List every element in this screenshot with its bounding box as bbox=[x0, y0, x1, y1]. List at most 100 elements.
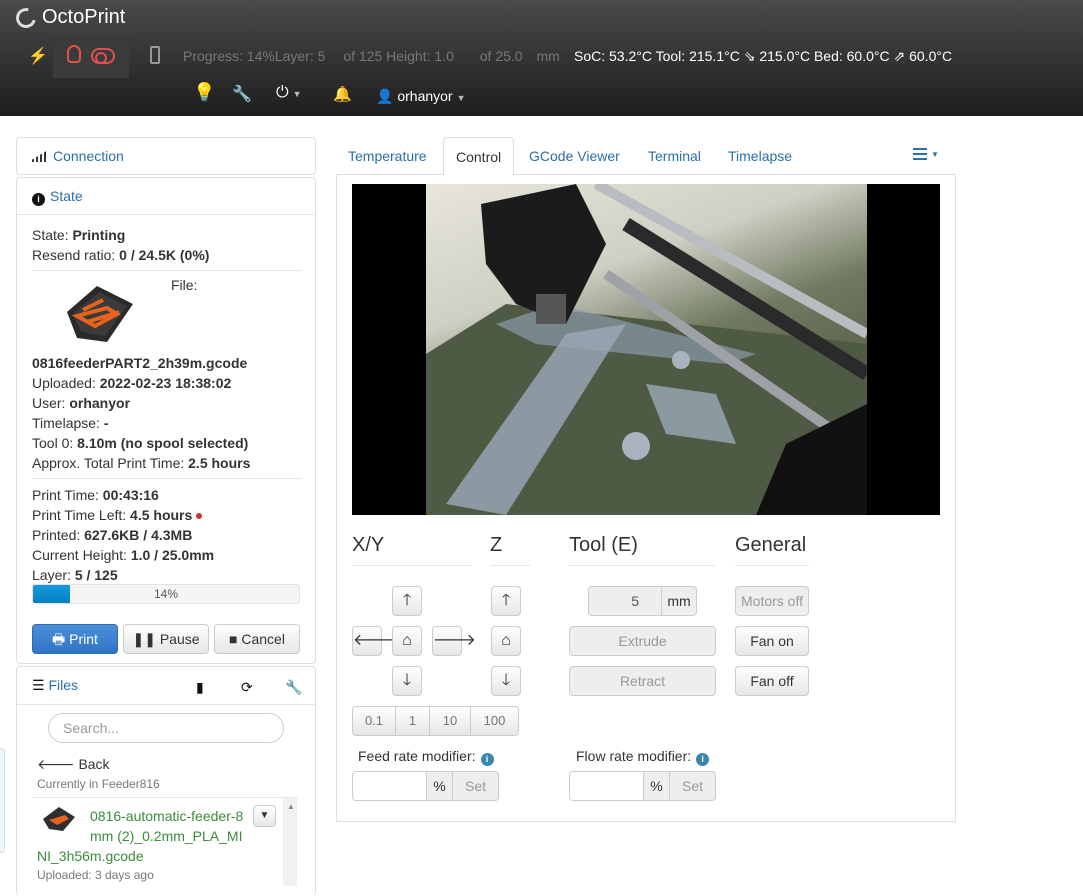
timeleft-value: 4.5 hours bbox=[130, 507, 193, 523]
temperature-readout: SoC: 53.2°C Tool: 215.1°C ⇘ 215.0°C Bed:… bbox=[574, 48, 953, 64]
user-icon: 👤 bbox=[376, 88, 394, 104]
file-item-thumbnail bbox=[43, 807, 75, 831]
arrow-up-icon: 🡑 bbox=[501, 592, 511, 609]
feed-rate-text: Feed rate modifier: bbox=[358, 748, 476, 764]
tab-temperature[interactable]: Temperature bbox=[336, 137, 439, 175]
layer-label: Layer: bbox=[32, 567, 75, 583]
bell-icon[interactable]: 🔔 bbox=[333, 85, 352, 103]
height-label: Current Height: bbox=[32, 547, 131, 563]
tool-line: Tool 0: 8.10m (no spool selected) bbox=[32, 435, 248, 451]
layer-value: 5 / 125 bbox=[74, 567, 118, 583]
sd-card-icon[interactable]: ▮ bbox=[196, 679, 204, 696]
lamp-icon[interactable] bbox=[150, 46, 160, 64]
files-title: Files bbox=[48, 677, 79, 693]
user-menu[interactable]: 👤 orhanyor ▼ bbox=[376, 88, 466, 105]
approx-line: Approx. Total Print Time: 2.5 hours bbox=[32, 455, 250, 471]
tool-section-title: Tool (E) bbox=[569, 534, 715, 566]
unit-text: mm bbox=[536, 48, 560, 64]
info-icon[interactable]: i bbox=[480, 753, 494, 766]
arrow-down-icon: 🡓 bbox=[501, 672, 511, 689]
cancel-button[interactable]: ■ Cancel bbox=[214, 624, 300, 654]
file-item-name-3[interactable]: NI_3h56m.gcode bbox=[37, 848, 144, 864]
files-scrollbar[interactable] bbox=[283, 798, 297, 886]
jog-z-plus-button[interactable]: 🡑 bbox=[491, 586, 521, 616]
extrude-amount-input[interactable]: 5 bbox=[588, 586, 662, 616]
info-icon: i bbox=[32, 193, 45, 206]
power-icon[interactable]: ⏻ ▼ bbox=[276, 84, 302, 102]
tab-control[interactable]: Control bbox=[443, 137, 515, 176]
file-search-input[interactable]: Search... bbox=[48, 713, 284, 743]
flow-rate-set-button[interactable]: Set bbox=[669, 771, 716, 801]
refresh-icon[interactable]: ⟳ bbox=[241, 679, 253, 696]
feed-rate-set-button[interactable]: Set bbox=[452, 771, 499, 801]
height-value: 1.0 / 25.0mm bbox=[130, 547, 215, 563]
info-icon[interactable]: i bbox=[696, 753, 710, 766]
jog-x-plus-button[interactable]: 🡒 bbox=[432, 626, 476, 656]
fan-on-button[interactable]: Fan on bbox=[735, 626, 809, 656]
light-icon[interactable]: 💡 bbox=[193, 82, 215, 103]
chevron-down-icon: ▼ bbox=[456, 93, 466, 103]
side-drawer-tab[interactable] bbox=[0, 748, 5, 853]
tab-menu-icon[interactable] bbox=[913, 148, 927, 160]
feed-rate-label: Feed rate modifier: i bbox=[358, 748, 494, 766]
power-bolt-icon[interactable]: ⚡ bbox=[28, 46, 48, 66]
motors-off-button[interactable]: Motors off bbox=[735, 586, 809, 616]
step-0-1-button[interactable]: 0.1 bbox=[352, 706, 396, 736]
step-100-button[interactable]: 100 bbox=[470, 706, 519, 736]
home-z-button[interactable]: ⌂ bbox=[491, 626, 521, 656]
divider bbox=[32, 797, 297, 798]
tab-terminal[interactable]: Terminal bbox=[636, 137, 713, 175]
jog-y-plus-button[interactable]: 🡑 bbox=[392, 586, 422, 616]
user-label: User: bbox=[32, 395, 70, 411]
jog-z-minus-button[interactable]: 🡓 bbox=[491, 666, 521, 696]
brand[interactable]: OctoPrint bbox=[12, 3, 126, 32]
light-bulb-icon[interactable] bbox=[67, 45, 81, 63]
filename: 0816feederPART2_2h39m.gcode bbox=[32, 355, 248, 371]
scroll-up-icon[interactable]: ▲ bbox=[287, 802, 295, 811]
chevron-down-icon[interactable]: ▼ bbox=[931, 150, 939, 159]
arrow-right-icon: 🡒 bbox=[433, 632, 476, 649]
extrude-button[interactable]: Extrude bbox=[569, 626, 716, 656]
files-header[interactable]: ☰ Files bbox=[17, 667, 315, 705]
file-item-name-2[interactable]: mm (2)_0.2mm_PLA_MI bbox=[90, 828, 242, 844]
webcam-stream[interactable] bbox=[352, 184, 940, 515]
feed-rate-input[interactable] bbox=[352, 771, 427, 801]
general-section-title: General bbox=[735, 534, 809, 566]
retract-button[interactable]: Retract bbox=[569, 666, 716, 696]
estimate-indicator-icon[interactable] bbox=[196, 513, 203, 519]
wrench-icon[interactable]: 🔧 bbox=[285, 679, 302, 696]
psu-control-box[interactable] bbox=[53, 35, 129, 78]
jog-y-minus-button[interactable]: 🡓 bbox=[392, 666, 422, 696]
state-label: State: bbox=[32, 227, 73, 243]
print-button[interactable]: 🖶 Print bbox=[32, 624, 118, 654]
arrow-up-icon: 🡑 bbox=[402, 592, 412, 609]
file-item-menu-button[interactable]: ▼ bbox=[253, 805, 276, 827]
flow-rate-label: Flow rate modifier: i bbox=[576, 748, 710, 766]
connection-header[interactable]: Connection bbox=[17, 138, 315, 174]
fan-off-button[interactable]: Fan off bbox=[735, 666, 809, 696]
tool-label: Tool 0: bbox=[32, 435, 78, 451]
jog-x-minus-button[interactable]: 🡐 bbox=[352, 626, 396, 656]
signal-icon bbox=[32, 150, 48, 162]
wrench-icon[interactable]: 🔧 bbox=[232, 84, 252, 104]
xy-section-title: X/Y bbox=[352, 534, 472, 566]
step-1-button[interactable]: 1 bbox=[395, 706, 430, 736]
arrow-left-icon: 🡐 bbox=[37, 756, 75, 772]
step-10-button[interactable]: 10 bbox=[429, 706, 471, 736]
brand-name: OctoPrint bbox=[42, 6, 126, 28]
toggle-icon[interactable] bbox=[91, 48, 115, 64]
tab-gcode-viewer[interactable]: GCode Viewer bbox=[517, 137, 632, 175]
connection-panel: Connection bbox=[16, 137, 316, 175]
webcam-image bbox=[426, 184, 867, 515]
tab-timelapse[interactable]: Timelapse bbox=[716, 137, 804, 175]
state-header[interactable]: i State bbox=[17, 178, 315, 215]
current-folder: Currently in Feeder816 bbox=[37, 777, 160, 791]
flow-rate-input[interactable] bbox=[569, 771, 644, 801]
pause-button[interactable]: ❚❚ Pause bbox=[123, 624, 209, 654]
back-label: Back bbox=[78, 756, 110, 772]
home-xy-button[interactable]: ⌂ bbox=[392, 626, 422, 656]
printtime-label: Print Time: bbox=[32, 487, 103, 503]
divider bbox=[32, 478, 302, 479]
back-link[interactable]: 🡐 Back bbox=[37, 756, 110, 773]
file-item-name-1[interactable]: 0816-automatic-feeder-8 bbox=[90, 808, 243, 824]
